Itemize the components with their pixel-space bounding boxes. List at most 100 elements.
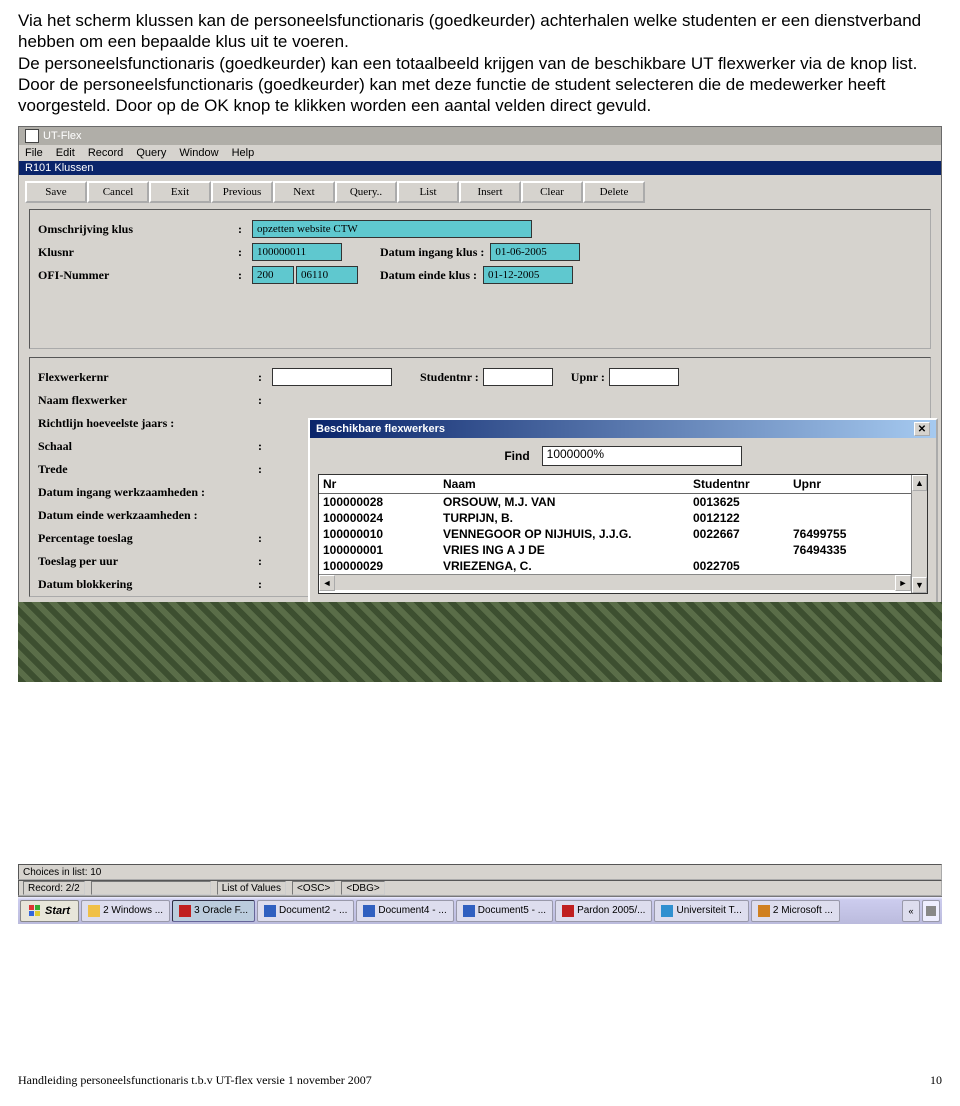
- form-area-flexwerker: Flexwerkernr : Studentnr : Upnr : Naam f…: [29, 357, 931, 597]
- page-number: 10: [930, 1073, 942, 1088]
- tb-cancel[interactable]: Cancel: [87, 181, 149, 203]
- tb-list[interactable]: List: [397, 181, 459, 203]
- field-ofi2[interactable]: 06110: [296, 266, 358, 284]
- field-omschrijving[interactable]: opzetten website CTW: [252, 220, 532, 238]
- col-upnr: Upnr: [793, 477, 853, 491]
- menu-query[interactable]: Query: [136, 147, 166, 159]
- label-trede: Trede: [38, 462, 258, 477]
- label-richtlijn: Richtlijn hoeveelste jaars :: [38, 416, 258, 431]
- col-studentnr: Studentnr: [693, 477, 793, 491]
- app-icon: [758, 905, 770, 917]
- status-dbg: <DBG>: [341, 881, 384, 895]
- label-datum-ingang: Datum ingang klus :: [380, 245, 484, 260]
- popup-close-button[interactable]: ✕: [914, 422, 930, 436]
- app-icon: [88, 905, 100, 917]
- page-footer: Handleiding personeelsfunctionaris t.b.v…: [18, 1073, 942, 1088]
- clipboard-icon: [926, 906, 936, 916]
- tb-clear[interactable]: Clear: [521, 181, 583, 203]
- tray-icon[interactable]: [922, 900, 940, 922]
- taskbar-item[interactable]: Universiteit T...: [654, 900, 748, 922]
- field-datum-einde[interactable]: 01-12-2005: [483, 266, 573, 284]
- label-upnr: Upnr :: [571, 370, 605, 385]
- windows-logo-icon: [29, 905, 41, 917]
- tb-delete[interactable]: Delete: [583, 181, 645, 203]
- status-record: Record: 2/2: [23, 881, 85, 895]
- taskbar-chevron[interactable]: «: [902, 900, 920, 922]
- label-studentnr: Studentnr :: [420, 370, 479, 385]
- app-icon: [363, 905, 375, 917]
- status-osc: <OSC>: [292, 881, 335, 895]
- start-label: Start: [45, 905, 70, 917]
- col-nr: Nr: [323, 477, 443, 491]
- tb-save[interactable]: Save: [25, 181, 87, 203]
- label-datum-ingang-werk: Datum ingang werkzaamheden :: [38, 485, 258, 500]
- menu-help[interactable]: Help: [232, 147, 255, 159]
- toolbar: Save Cancel Exit Previous Next Query.. L…: [25, 181, 935, 203]
- tb-insert[interactable]: Insert: [459, 181, 521, 203]
- field-flexwerkernr[interactable]: [272, 368, 392, 386]
- label-toeslag: Toeslag per uur: [38, 554, 258, 569]
- footer-text: Handleiding personeelsfunctionaris t.b.v…: [18, 1073, 372, 1088]
- tb-previous[interactable]: Previous: [211, 181, 273, 203]
- label-klusnr: Klusnr: [38, 245, 238, 260]
- scroll-left-icon[interactable]: ◄: [319, 575, 335, 591]
- table-row[interactable]: 100000010VENNEGOOR OP NIJHUIS, J.J.G.002…: [319, 526, 911, 542]
- taskbar-item[interactable]: 3 Oracle F...: [172, 900, 255, 922]
- scroll-down-icon[interactable]: ▼: [912, 577, 927, 593]
- menu-edit[interactable]: Edit: [56, 147, 75, 159]
- app-window: UT-Flex File Edit Record Query Window He…: [18, 126, 942, 604]
- menubar[interactable]: File Edit Record Query Window Help: [19, 145, 941, 161]
- tb-query[interactable]: Query..: [335, 181, 397, 203]
- label-datum-einde-werk: Datum einde werkzaamheden :: [38, 508, 258, 523]
- field-upnr[interactable]: [609, 368, 679, 386]
- taskbar: Start 2 Windows ...3 Oracle F...Document…: [18, 896, 942, 924]
- status-bar: Choices in list: 10 Record: 2/2 List of …: [18, 864, 942, 896]
- table-row[interactable]: 100000001VRIES ING A J DE76494335: [319, 542, 911, 558]
- app-icon: [179, 905, 191, 917]
- find-input[interactable]: 1000000%: [542, 446, 742, 466]
- app-icon: [463, 905, 475, 917]
- tb-next[interactable]: Next: [273, 181, 335, 203]
- field-datum-ingang[interactable]: 01-06-2005: [490, 243, 580, 261]
- subwin-title: R101 Klussen: [19, 161, 941, 175]
- label-datumblok: Datum blokkering: [38, 577, 258, 592]
- form-area-klus: Omschrijving klus : opzetten website CTW…: [29, 209, 931, 349]
- taskbar-item[interactable]: 2 Microsoft ...: [751, 900, 840, 922]
- col-naam: Naam: [443, 477, 693, 491]
- scroll-right-icon[interactable]: ►: [895, 575, 911, 591]
- table-row[interactable]: 100000028ORSOUW, M.J. VAN0013625: [319, 494, 911, 510]
- field-klusnr[interactable]: 100000011: [252, 243, 342, 261]
- menu-record[interactable]: Record: [88, 147, 123, 159]
- taskbar-item[interactable]: Document4 - ...: [356, 900, 453, 922]
- label-flexwerkernr: Flexwerkernr: [38, 370, 258, 385]
- app-icon: [562, 905, 574, 917]
- popup-title-text: Beschikbare flexwerkers: [316, 423, 445, 435]
- field-ofi1[interactable]: 200: [252, 266, 294, 284]
- start-button[interactable]: Start: [20, 900, 79, 922]
- table-row[interactable]: 100000029VRIEZENGA, C.0022705: [319, 558, 911, 574]
- app-title-text: UT-Flex: [43, 130, 82, 142]
- menu-window[interactable]: Window: [179, 147, 218, 159]
- status-choices: Choices in list: 10: [23, 867, 101, 878]
- field-studentnr[interactable]: [483, 368, 553, 386]
- popup-titlebar: Beschikbare flexwerkers ✕: [310, 420, 936, 438]
- flexwerker-grid: Nr Naam Studentnr Upnr 100000028ORSOUW, …: [318, 474, 928, 594]
- table-row[interactable]: 100000024TURPIJN, B.0012122: [319, 510, 911, 526]
- app-icon: [25, 129, 39, 143]
- taskbar-item[interactable]: Document5 - ...: [456, 900, 553, 922]
- app-titlebar: UT-Flex: [19, 127, 941, 145]
- menu-file[interactable]: File: [25, 147, 43, 159]
- grid-hscroll[interactable]: ◄ ►: [319, 574, 911, 590]
- screenshot-container: UT-Flex File Edit Record Query Window He…: [18, 126, 942, 604]
- tb-exit[interactable]: Exit: [149, 181, 211, 203]
- app-icon: [264, 905, 276, 917]
- label-omschrijving: Omschrijving klus: [38, 222, 238, 237]
- taskbar-item[interactable]: Document2 - ...: [257, 900, 354, 922]
- grid-vscroll[interactable]: ▲ ▼: [911, 475, 927, 593]
- background-image-strip: [18, 602, 942, 682]
- label-datum-einde: Datum einde klus :: [380, 268, 477, 283]
- label-ofi: OFI-Nummer: [38, 268, 238, 283]
- taskbar-item[interactable]: 2 Windows ...: [81, 900, 170, 922]
- scroll-up-icon[interactable]: ▲: [912, 475, 927, 491]
- taskbar-item[interactable]: Pardon 2005/...: [555, 900, 652, 922]
